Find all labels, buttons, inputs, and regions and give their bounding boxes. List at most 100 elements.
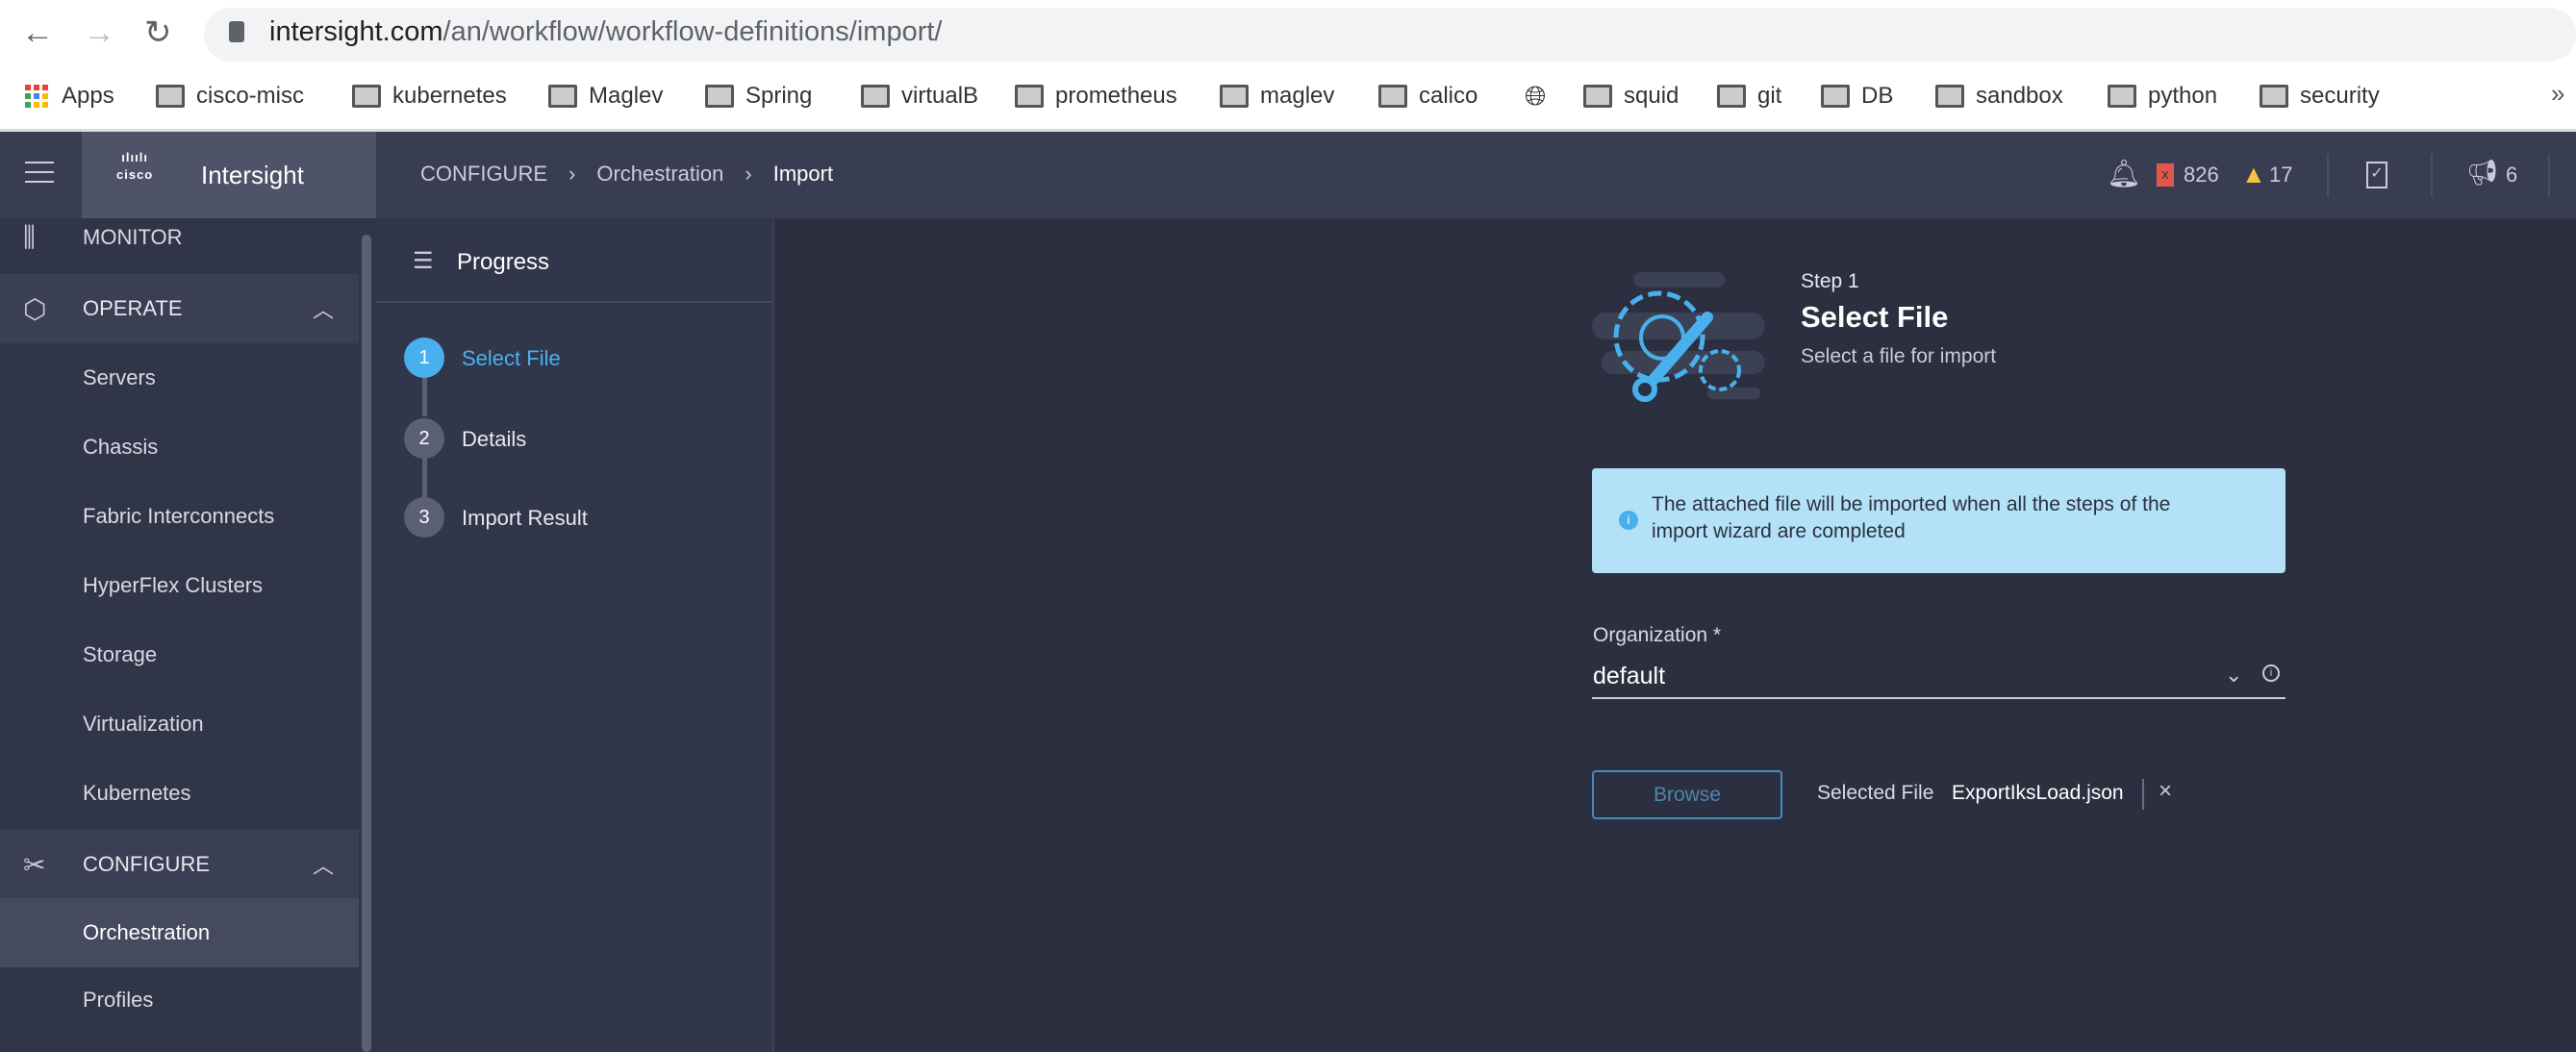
step-number: Step 1	[1801, 270, 1859, 292]
monitor-icon: ⫼	[23, 221, 36, 252]
bookmark-label: prometheus	[1055, 83, 1177, 109]
folder-icon	[352, 85, 381, 108]
bookmark-label: kubernetes	[392, 83, 507, 109]
label: Chassis	[83, 435, 159, 459]
label: Virtualization	[83, 712, 204, 736]
bookmark-item[interactable]: cisco-misc	[156, 79, 304, 113]
step-3-indicator[interactable]: 3	[404, 497, 444, 538]
brand-name: Intersight	[201, 161, 304, 189]
folder-icon	[1935, 85, 1964, 108]
bookmark-item[interactable]: DB	[1821, 79, 1893, 113]
divider	[2548, 154, 2550, 197]
label: Servers	[83, 365, 156, 389]
selected-file-name: ExportIksLoad.json	[1952, 782, 2124, 804]
cube-icon: ⬡	[23, 293, 47, 324]
folder-icon	[1015, 85, 1044, 108]
bookmark-item[interactable]: virtualB	[861, 79, 978, 113]
step-1-indicator[interactable]: 1	[404, 338, 444, 378]
bookmark-item[interactable]: kubernetes	[352, 79, 507, 113]
folder-icon	[2108, 85, 2136, 108]
sidebar-configure[interactable]: ✂ CONFIGURE ︿	[0, 830, 359, 899]
bookmark-label: security	[2300, 83, 2380, 109]
progress-title: Progress	[457, 249, 550, 275]
url-text[interactable]: intersight.com/an/workflow/workflow-defi…	[269, 16, 942, 48]
page-title: Select File	[1801, 300, 1949, 334]
sidebar-scrollbar[interactable]	[362, 235, 371, 1052]
sidebar-item-servers[interactable]: Servers	[0, 343, 359, 413]
bookmark-item[interactable]: prometheus	[1015, 79, 1177, 113]
critical-alarm-count[interactable]: 826	[2184, 163, 2219, 188]
bookmark-item[interactable]: sandbox	[1935, 79, 2063, 113]
selected-file-label: Selected File	[1817, 782, 1934, 804]
step-2-indicator[interactable]: 2	[404, 418, 444, 459]
folder-icon	[1378, 85, 1407, 108]
organization-value: default	[1593, 663, 1666, 689]
sidebar-item-profiles[interactable]: Profiles	[0, 965, 359, 1035]
url-path: /an/workflow/workflow-definitions/import…	[442, 16, 943, 47]
folder-icon	[861, 85, 890, 108]
collapse-list-icon[interactable]: ☰	[413, 247, 434, 275]
folder-icon	[1220, 85, 1249, 108]
bookmark-label: cisco-misc	[196, 83, 304, 109]
bookmark-item[interactable]: security	[2260, 79, 2380, 113]
bookmarks-overflow[interactable]: »	[2551, 79, 2564, 109]
megaphone-icon[interactable]: 📢︎	[2466, 158, 2498, 188]
bell-icon[interactable]: 🔔︎	[2107, 158, 2141, 189]
label: Kubernetes	[83, 781, 191, 805]
warning-count[interactable]: 17	[2269, 163, 2292, 188]
bookmark-item[interactable]: python	[2108, 79, 2217, 113]
folder-icon	[1717, 85, 1746, 108]
bookmark-item[interactable]: Maglev	[548, 79, 663, 113]
bookmark-item[interactable]: calico	[1378, 79, 1477, 113]
step-2-label[interactable]: Details	[462, 427, 526, 452]
folder-icon	[705, 85, 734, 108]
label: Fabric Interconnects	[83, 504, 275, 528]
remove-file-icon[interactable]: ×	[2159, 778, 2172, 805]
sidebar-item-fabric-interconnects[interactable]: Fabric Interconnects	[0, 482, 359, 551]
info-banner: i The attached file will be imported whe…	[1592, 468, 2286, 573]
label: MONITOR	[83, 225, 183, 249]
step-1-label[interactable]: Select File	[462, 346, 561, 371]
browse-button[interactable]: Browse	[1592, 770, 1782, 819]
sidebar-item-chassis[interactable]: Chassis	[0, 413, 359, 482]
sidebar-item-kubernetes[interactable]: Kubernetes	[0, 759, 359, 828]
bookmark-item[interactable]: git	[1717, 79, 1781, 113]
forward-icon[interactable]: →	[83, 15, 115, 50]
sidebar-operate[interactable]: ⬡ OPERATE ︿	[0, 274, 359, 343]
breadcrumb-orchestration[interactable]: Orchestration	[596, 162, 723, 187]
step-3-label[interactable]: Import Result	[462, 506, 588, 531]
bookmark-label: git	[1757, 83, 1782, 109]
divider	[376, 301, 772, 303]
sidebar-item-orchestration[interactable]: Orchestration	[0, 898, 359, 967]
bookmark-apps[interactable]: Apps	[25, 79, 114, 113]
info-icon[interactable]: i	[2262, 664, 2280, 682]
divider	[2431, 154, 2433, 197]
chevron-up-icon: ︿	[312, 298, 334, 322]
folder-icon	[1821, 85, 1850, 108]
sidebar-item-virtualization[interactable]: Virtualization	[0, 689, 359, 759]
sidebar-item-hyperflex-clusters[interactable]: HyperFlex Clusters	[0, 551, 359, 620]
reload-icon[interactable]: ↻	[144, 15, 172, 50]
divider	[2142, 779, 2144, 810]
bookmark-item[interactable]: 🌐︎	[1525, 79, 1546, 113]
bookmark-label: python	[2148, 83, 2218, 109]
back-icon[interactable]: ←	[21, 15, 54, 50]
bookmark-item[interactable]: squid	[1583, 79, 1679, 113]
announcement-count[interactable]: 6	[2506, 163, 2517, 188]
chevron-down-icon[interactable]: ⌄	[2225, 663, 2242, 688]
sidebar-item-storage[interactable]: Storage	[0, 620, 359, 689]
tasks-icon[interactable]: ✓	[2366, 162, 2387, 188]
breadcrumb-configure[interactable]: CONFIGURE	[420, 162, 547, 187]
bookmark-label: sandbox	[1976, 83, 2063, 109]
bookmark-item[interactable]: Spring	[705, 79, 812, 113]
critical-alarm-icon[interactable]: x	[2157, 163, 2174, 187]
warning-icon[interactable]: ▲	[2241, 160, 2266, 189]
bookmark-label: virtualB	[901, 83, 979, 109]
browser-chrome: ← → ↻ intersight.com/an/workflow/workflo…	[0, 0, 2576, 132]
hamburger-menu-icon[interactable]	[25, 162, 54, 183]
organization-select[interactable]: default ⌄ i	[1592, 659, 2286, 699]
bookmark-label: maglev	[1260, 83, 1335, 109]
bookmark-item[interactable]: maglev	[1220, 79, 1334, 113]
lock-icon	[229, 21, 244, 42]
sidebar-monitor[interactable]: ⫼ MONITOR	[0, 204, 359, 271]
